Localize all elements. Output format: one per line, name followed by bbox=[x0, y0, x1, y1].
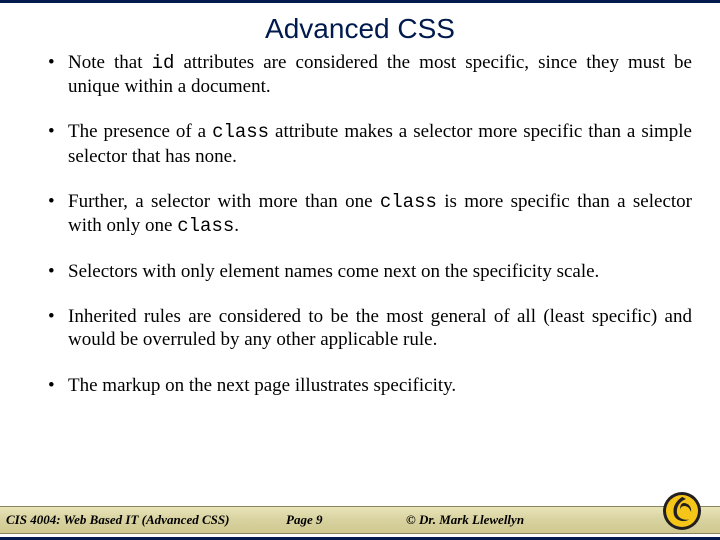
slide: Advanced CSS Note that id attributes are… bbox=[0, 0, 720, 540]
list-item: The markup on the next page illustrates … bbox=[48, 374, 692, 397]
bullet-text: Note that bbox=[68, 52, 152, 73]
code-span: class bbox=[380, 191, 437, 213]
footer-page: Page 9 bbox=[286, 512, 406, 528]
list-item: Note that id attributes are considered t… bbox=[48, 51, 692, 98]
list-item: The presence of a class attribute makes … bbox=[48, 120, 692, 167]
list-item: Inherited rules are considered to be the… bbox=[48, 305, 692, 351]
ucf-pegasus-logo bbox=[662, 491, 702, 531]
bullet-text: The presence of a bbox=[68, 121, 212, 142]
bullet-text: Inherited rules are considered to be the… bbox=[68, 306, 692, 350]
bullet-list: Note that id attributes are considered t… bbox=[48, 51, 692, 397]
list-item: Further, a selector with more than one c… bbox=[48, 190, 692, 238]
bullet-text: Further, a selector with more than one bbox=[68, 191, 380, 212]
bullet-text: The markup on the next page illustrates … bbox=[68, 375, 456, 396]
slide-content: Note that id attributes are considered t… bbox=[0, 51, 720, 397]
list-item: Selectors with only element names come n… bbox=[48, 260, 692, 283]
code-span: class bbox=[177, 215, 234, 237]
slide-title: Advanced CSS bbox=[0, 13, 720, 45]
footer-course: CIS 4004: Web Based IT (Advanced CSS) bbox=[0, 512, 286, 528]
footer-author: © Dr. Mark Llewellyn bbox=[406, 512, 606, 528]
bullet-text: Selectors with only element names come n… bbox=[68, 261, 599, 282]
bullet-text: . bbox=[234, 215, 239, 236]
code-span: id bbox=[152, 52, 175, 74]
slide-footer: CIS 4004: Web Based IT (Advanced CSS) Pa… bbox=[0, 506, 720, 534]
code-span: class bbox=[212, 121, 269, 143]
